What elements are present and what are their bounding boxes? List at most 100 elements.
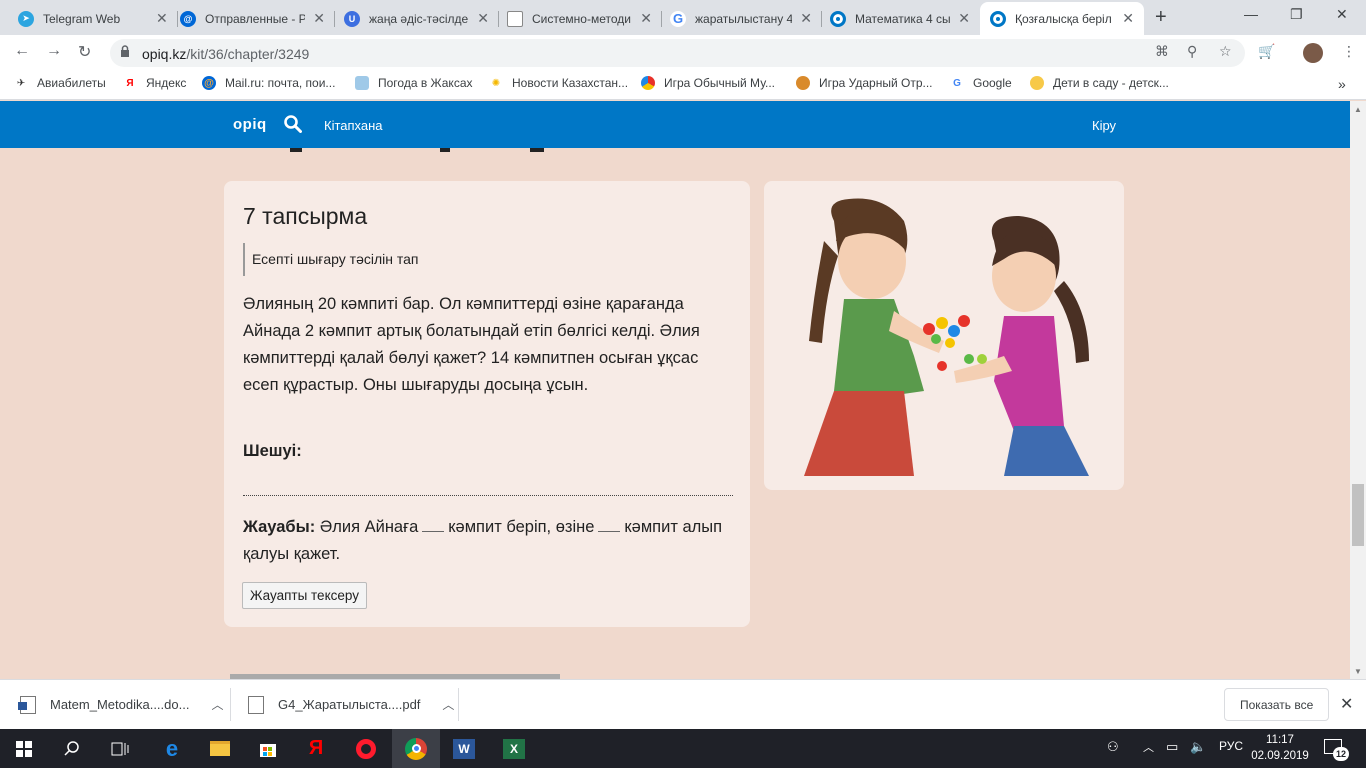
- close-icon[interactable]: ✕: [1122, 10, 1134, 27]
- bookmark-news[interactable]: ✺ Новости Казахстан...: [489, 76, 628, 90]
- document-icon: [507, 10, 523, 27]
- game-icon: [641, 76, 655, 90]
- mail-icon: @: [180, 10, 196, 27]
- browser-tab-bar: ➤ Telegram Web ✕ @ Отправленные - P ✕ U …: [0, 0, 1366, 35]
- page-scrollbar[interactable]: ▲ ▼: [1350, 101, 1366, 679]
- download-item-pdf[interactable]: G4_Жаратылыста....pdf ︿: [248, 680, 454, 729]
- back-icon[interactable]: ←: [14, 42, 30, 60]
- tab-google-search[interactable]: G жаратылыстану 4 ✕: [660, 2, 822, 35]
- star-icon[interactable]: ☆: [1219, 43, 1232, 60]
- bookmarks-bar: ✈ Авиабилеты Я Яндекс @ Mail.ru: почта, пои…: [0, 69, 1366, 100]
- notifications-icon[interactable]: 12: [1322, 737, 1349, 761]
- task-hint: Есепті шығару тәсілін тап: [243, 243, 419, 276]
- bookmark-game1[interactable]: Игра Обычный Му...: [641, 76, 775, 90]
- people-icon[interactable]: ⚇: [1107, 739, 1119, 755]
- yandex-browser-icon[interactable]: Я: [292, 729, 340, 768]
- window-close-icon[interactable]: ✕: [1336, 6, 1348, 23]
- volume-icon[interactable]: 🔈: [1190, 739, 1206, 755]
- url-text: opiq.kz/kit/36/chapter/3249: [142, 46, 310, 62]
- windows-taskbar: e Я W X ⚇ ︿ ▭ 🔈 РУС 11:17 02.09.2019 12: [0, 729, 1366, 768]
- downloads-bar: Matem_Metodika....do... ︿ G4_Жаратылыста…: [0, 679, 1366, 729]
- excel-icon[interactable]: X: [490, 729, 538, 768]
- game2-icon: [796, 76, 810, 90]
- download-item-word[interactable]: Matem_Metodika....do... ︿: [18, 680, 223, 729]
- close-icon[interactable]: ✕: [156, 10, 168, 27]
- close-icon[interactable]: ✕: [640, 10, 652, 27]
- store-icon[interactable]: [244, 729, 292, 768]
- bookmark-mailru[interactable]: @ Mail.ru: почта, пои...: [202, 76, 335, 90]
- menu-icon[interactable]: ⋮: [1342, 43, 1356, 60]
- girls-sharing-candy-illustration: [804, 198, 1089, 476]
- scroll-up-icon[interactable]: ▲: [1354, 105, 1362, 114]
- tab-math[interactable]: Математика 4 сы ✕: [820, 2, 980, 35]
- word-icon[interactable]: W: [440, 729, 488, 768]
- login-link[interactable]: Кіру: [1092, 118, 1116, 133]
- close-icon[interactable]: ✕: [477, 10, 489, 27]
- opiq-logo[interactable]: opiq: [233, 116, 267, 133]
- reload-icon[interactable]: ↻: [78, 42, 91, 62]
- check-answer-button[interactable]: Жауапты тексеру: [242, 582, 367, 609]
- answer-blank-2[interactable]: [598, 518, 621, 532]
- edge-icon[interactable]: e: [148, 729, 196, 768]
- translate-icon[interactable]: ⌘: [1155, 43, 1169, 60]
- new-tab-icon[interactable]: +: [1155, 6, 1167, 29]
- tab-mail[interactable]: @ Отправленные - P ✕: [170, 2, 335, 35]
- search-icon[interactable]: [48, 729, 96, 768]
- show-all-downloads-button[interactable]: Показать все: [1224, 688, 1330, 721]
- bookmark-weather[interactable]: Погода в Жаксах: [355, 76, 473, 90]
- chevron-up-icon[interactable]: ︿: [442, 696, 454, 713]
- forward-icon[interactable]: →: [46, 42, 62, 60]
- kids-icon: [1030, 76, 1044, 90]
- browser-toolbar: ← → ↻ opiq.kz/kit/36/chapter/3249 ⌘ ⚲ ☆ …: [0, 35, 1366, 69]
- scroll-down-icon[interactable]: ▼: [1354, 667, 1362, 676]
- answer-blank-1[interactable]: [422, 518, 445, 532]
- word-file-icon: [18, 695, 36, 714]
- search-icon[interactable]: [284, 115, 302, 133]
- tray-chevron-icon[interactable]: ︿: [1143, 739, 1154, 755]
- sun-icon: ✺: [491, 77, 501, 89]
- library-link[interactable]: Кітапхана: [324, 118, 383, 133]
- language-indicator[interactable]: РУС: [1219, 739, 1243, 753]
- cut-off-heading: [290, 148, 544, 152]
- opera-icon[interactable]: [342, 729, 390, 768]
- bookmark-game2[interactable]: Игра Ударный Отр...: [796, 76, 933, 90]
- restore-icon[interactable]: ❐: [1290, 6, 1303, 23]
- cart-extension-icon[interactable]: 🛒: [1258, 43, 1275, 60]
- cut-off-footer-links: [230, 674, 560, 679]
- close-icon[interactable]: ✕: [800, 10, 812, 27]
- profile-avatar[interactable]: [1303, 43, 1323, 63]
- file-explorer-icon[interactable]: [196, 729, 244, 768]
- bookmark-yandex[interactable]: Я Яндекс: [123, 76, 186, 90]
- task-problem-text: Әлияның 20 кәмпиті бар. Ол кәмпиттерді ө…: [243, 295, 700, 394]
- bookmarks-overflow-icon[interactable]: »: [1338, 76, 1346, 92]
- close-icon[interactable]: ✕: [313, 10, 325, 27]
- tab-metodika[interactable]: Системно-методи ✕: [497, 2, 662, 35]
- scrollbar-thumb[interactable]: [1352, 484, 1364, 546]
- lock-icon: [121, 45, 129, 57]
- close-downloads-icon[interactable]: ✕: [1340, 694, 1353, 714]
- chrome-icon[interactable]: [392, 729, 440, 768]
- close-icon[interactable]: ✕: [958, 10, 970, 27]
- task-view-icon[interactable]: [96, 729, 144, 768]
- tab-active[interactable]: Қозғалысқа беріл ✕: [980, 2, 1144, 35]
- battery-icon[interactable]: ▭: [1166, 739, 1178, 755]
- plane-icon: ✈: [16, 77, 26, 89]
- google-icon: G: [670, 10, 686, 27]
- solution-input-line[interactable]: [243, 495, 733, 496]
- windows-start-icon[interactable]: [0, 729, 48, 768]
- tab-telegram[interactable]: ➤ Telegram Web ✕: [8, 2, 178, 35]
- address-bar[interactable]: opiq.kz/kit/36/chapter/3249: [110, 39, 1245, 67]
- bookmark-google[interactable]: G Google: [950, 76, 1012, 90]
- bookmark-kids[interactable]: Дети в саду - детск...: [1030, 76, 1169, 90]
- bookmark-aviabilety[interactable]: ✈ Авиабилеты: [14, 76, 106, 90]
- minimize-icon[interactable]: —: [1244, 6, 1258, 22]
- chevron-up-icon[interactable]: ︿: [211, 696, 223, 713]
- site-header: opiq Кітапхана Кіру: [0, 101, 1350, 148]
- mailru-icon: @: [202, 76, 216, 90]
- system-clock[interactable]: 11:17 02.09.2019: [1250, 732, 1310, 764]
- zoom-icon[interactable]: ⚲: [1187, 43, 1197, 60]
- tab-adis[interactable]: U жаңа әдіс-тәсілде ✕: [334, 2, 499, 35]
- yandex-icon: Я: [126, 77, 134, 89]
- page-content: 7 тапсырма Есепті шығару тәсілін тап Әли…: [0, 148, 1350, 679]
- answer-sentence: Жауабы: Әлия Айнаға кәмпит беріп, өзіне кә…: [243, 518, 723, 563]
